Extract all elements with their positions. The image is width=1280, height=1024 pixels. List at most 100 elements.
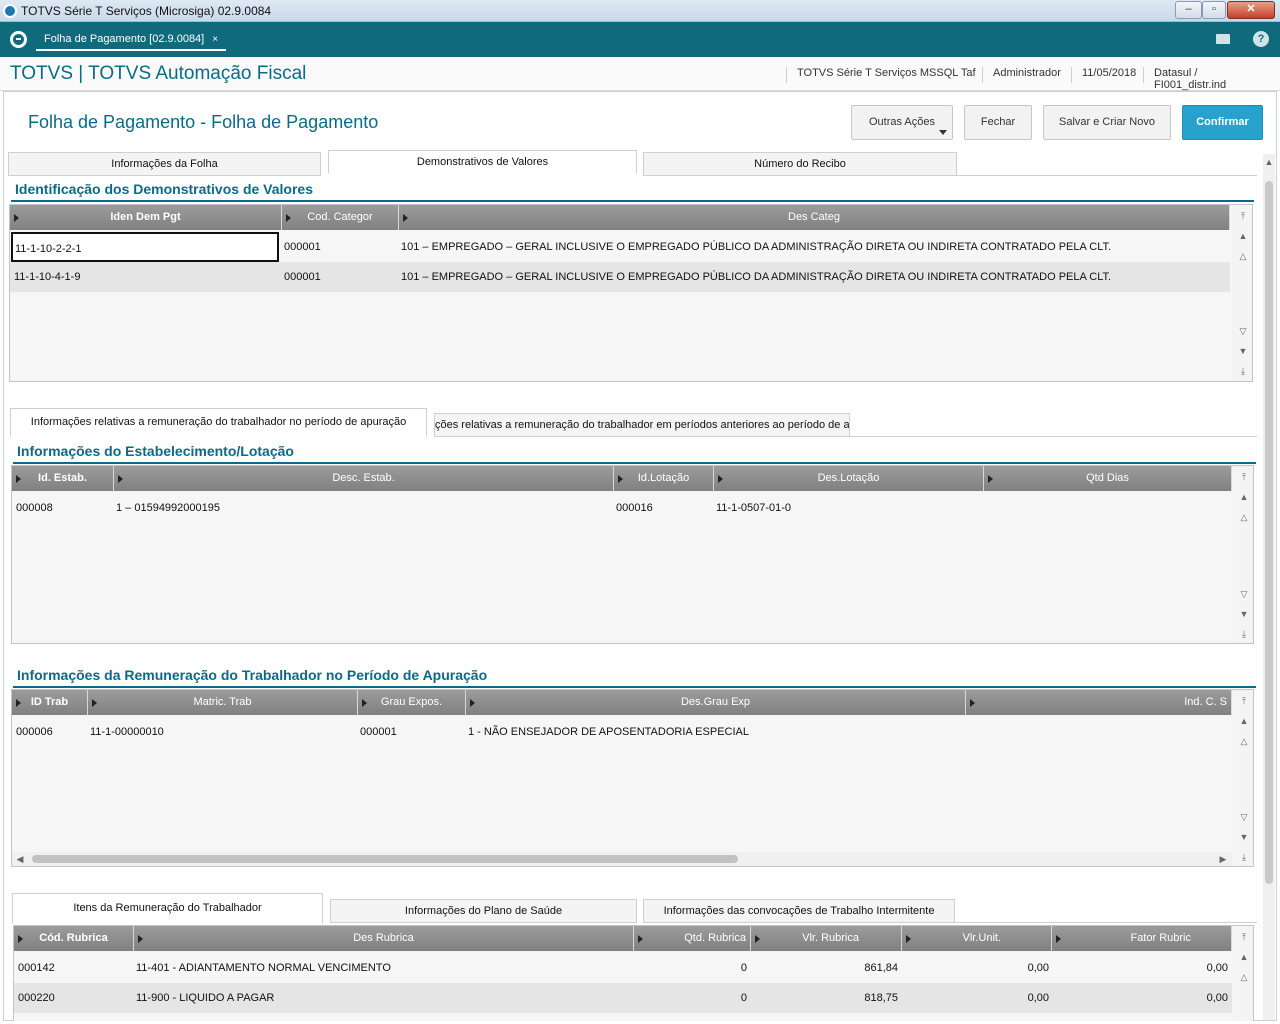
col-des-grau-exp[interactable]: Des.Grau Exp xyxy=(466,690,966,715)
table-row[interactable]: 000006 11-1-00000010 000001 1 - NÃO ENSE… xyxy=(12,717,1232,747)
cell-qtd-rubrica[interactable]: 0 xyxy=(636,983,747,1013)
scroll-down-icon[interactable]: ▽ xyxy=(1238,588,1250,600)
scroll-bottom-icon[interactable]: ⤓ xyxy=(1238,628,1250,640)
scroll-top-icon[interactable]: ⤒ xyxy=(1238,931,1250,943)
cell-id-estab[interactable]: 000008 xyxy=(16,493,112,523)
scroll-top-icon[interactable]: ⤒ xyxy=(1237,210,1249,222)
scroll-left-icon[interactable]: ◀ xyxy=(14,853,26,865)
cell-des-rubrica[interactable]: 11-401 - ADIANTAMENTO NORMAL VENCIMENTO xyxy=(136,953,632,983)
close-button[interactable]: Fechar xyxy=(964,105,1032,140)
cell-cod-categor[interactable]: 000001 xyxy=(284,262,394,292)
help-icon[interactable]: ? xyxy=(1253,31,1269,47)
cell-des-rubrica[interactable]: 11-900 - LIQUIDO A PAGAR xyxy=(136,983,632,1013)
demonstrativos-grid[interactable]: Iden Dem Pgt Cod. Categor Des Categ 11-1… xyxy=(9,204,1253,382)
scroll-down-icon[interactable]: ▽ xyxy=(1238,811,1250,823)
scroll-up-icon[interactable]: ▲ xyxy=(1263,156,1275,168)
table-row[interactable]: 000142 11-401 - ADIANTAMENTO NORMAL VENC… xyxy=(14,953,1232,983)
col-id-trab[interactable]: ID Trab xyxy=(12,690,88,715)
cell-fator-rubric[interactable]: 0,00 xyxy=(1054,953,1228,983)
tab-informacoes-folha[interactable]: Informações da Folha xyxy=(8,152,321,176)
col-vlr-unit[interactable]: Vlr.Unit. xyxy=(902,926,1052,951)
cell-des-categ[interactable]: 101 – EMPREGADO – GERAL INCLUSIVE O EMPR… xyxy=(401,232,1230,262)
tab-itens-remuneracao[interactable]: Itens da Remuneração do Trabalhador xyxy=(12,893,323,924)
scroll-up-icon[interactable]: △ xyxy=(1238,971,1250,983)
cell-vlr-unit[interactable]: 0,00 xyxy=(904,953,1049,983)
scroll-page-up-icon[interactable]: ▲ xyxy=(1238,951,1250,963)
cell-qtd-rubrica[interactable]: 0 xyxy=(636,953,747,983)
scroll-page-up-icon[interactable]: ▲ xyxy=(1238,715,1250,727)
restore-button[interactable]: ▫ xyxy=(1202,1,1226,19)
remuneracao-grid[interactable]: ID Trab Matric. Trab Grau Expos. Des.Gra… xyxy=(11,689,1254,867)
table-row[interactable]: 000220 11-900 - LIQUIDO A PAGAR 0 818,75… xyxy=(14,983,1232,1013)
tab-plano-saude[interactable]: Informações do Plano de Saúde xyxy=(330,899,637,923)
grid-vertical-scrollbar[interactable]: ⤒ ▲ △ ▽ ▼ ⤓ xyxy=(1233,466,1253,643)
cell-cod-rubrica[interactable]: 000142 xyxy=(18,953,132,983)
col-vlr-rubrica[interactable]: Vlr. Rubrica xyxy=(751,926,902,951)
col-des-lotacao[interactable]: Des.Lotação xyxy=(714,466,984,491)
col-des-categ[interactable]: Des Categ xyxy=(399,205,1230,230)
col-qtd-rubrica[interactable]: Qtd. Rubrica xyxy=(634,926,751,951)
totvs-logo-icon[interactable] xyxy=(10,31,27,48)
scroll-page-up-icon[interactable]: ▲ xyxy=(1237,230,1249,242)
estabelecimento-grid[interactable]: Id. Estab. Desc. Estab. Id.Lotação Des.L… xyxy=(11,465,1254,644)
col-id-lotacao[interactable]: Id.Lotação xyxy=(614,466,714,491)
grid-vertical-scrollbar[interactable]: ⤒ ▲ △ ▽ ▼ ⤓ xyxy=(1232,205,1252,381)
cell-qtd-dias[interactable] xyxy=(986,493,1230,523)
mail-icon[interactable] xyxy=(1216,34,1230,44)
scroll-top-icon[interactable]: ⤒ xyxy=(1238,471,1250,483)
col-qtd-dias[interactable]: Qtd Dias xyxy=(984,466,1232,491)
scroll-down-icon[interactable]: ▽ xyxy=(1237,325,1249,337)
scroll-bottom-icon[interactable]: ⤓ xyxy=(1238,851,1250,863)
scroll-page-up-icon[interactable]: ▲ xyxy=(1238,491,1250,503)
scroll-top-icon[interactable]: ⤒ xyxy=(1238,695,1250,707)
col-iden-dem-pgt[interactable]: Iden Dem Pgt xyxy=(10,205,282,230)
cell-id-trab[interactable]: 000006 xyxy=(16,717,86,747)
table-row[interactable]: 11-1-10-2-2-1 000001 101 – EMPREGADO – G… xyxy=(10,232,1230,262)
page-scroll-thumb[interactable] xyxy=(1265,181,1273,884)
col-cod-rubrica[interactable]: Cód. Rubrica xyxy=(14,926,134,951)
col-fator-rubric[interactable]: Fator Rubric xyxy=(1052,926,1232,951)
horizontal-scroll-thumb[interactable] xyxy=(32,855,738,863)
col-cod-categor[interactable]: Cod. Categor xyxy=(282,205,399,230)
scroll-up-icon[interactable]: △ xyxy=(1237,250,1249,262)
col-des-rubrica[interactable]: Des Rubrica xyxy=(134,926,634,951)
cell-vlr-unit[interactable]: 0,00 xyxy=(904,983,1049,1013)
col-id-estab[interactable]: Id. Estab. xyxy=(12,466,114,491)
tab-periodo-apuracao[interactable]: Informações relativas a remuneração do t… xyxy=(10,408,427,437)
col-ind-c-s[interactable]: Ind. C. S xyxy=(966,690,1232,715)
cell-fator-rubric[interactable]: 0,00 xyxy=(1054,983,1228,1013)
scroll-bottom-icon[interactable]: ⤓ xyxy=(1237,365,1249,377)
scroll-right-icon[interactable]: ▶ xyxy=(1217,853,1229,865)
col-matric-trab[interactable]: Matric. Trab xyxy=(88,690,358,715)
cell-vlr-rubrica[interactable]: 861,84 xyxy=(753,953,898,983)
cell-des-categ[interactable]: 101 – EMPREGADO – GERAL INCLUSIVE O EMPR… xyxy=(401,262,1230,292)
confirm-button[interactable]: Confirmar xyxy=(1182,105,1263,140)
table-row[interactable]: 11-1-10-4-1-9 000001 101 – EMPREGADO – G… xyxy=(10,262,1230,292)
cell-cod-categor[interactable]: 000001 xyxy=(284,232,394,262)
tab-close-icon[interactable]: × xyxy=(212,34,218,45)
tab-folha-pagamento[interactable]: Folha de Pagamento [02.9.0084] × xyxy=(36,28,227,51)
scroll-page-down-icon[interactable]: ▼ xyxy=(1237,345,1249,357)
scroll-page-down-icon[interactable]: ▼ xyxy=(1238,608,1250,620)
cell-cod-rubrica[interactable]: 000220 xyxy=(18,983,132,1013)
table-row[interactable]: 000008 1 – 01594992000195 000016 11-1-05… xyxy=(12,493,1232,523)
other-actions-button[interactable]: Outras Ações xyxy=(851,105,953,140)
tab-periodos-anteriores[interactable]: ções relativas a remuneração do trabalha… xyxy=(434,413,850,437)
tab-trabalho-intermitente[interactable]: Informações das convocações de Trabalho … xyxy=(643,899,955,923)
cell-iden-dem-pgt[interactable]: 11-1-10-4-1-9 xyxy=(14,262,279,292)
cell-ind-c-s[interactable] xyxy=(968,717,1230,747)
cell-des-grau-exp[interactable]: 1 - NÃO ENSEJADOR DE APOSENTADORIA ESPEC… xyxy=(468,717,964,747)
cell-grau-expos[interactable]: 000001 xyxy=(360,717,464,747)
tab-numero-recibo[interactable]: Número do Recibo xyxy=(643,152,957,176)
col-grau-expos[interactable]: Grau Expos. xyxy=(358,690,466,715)
cell-iden-dem-pgt[interactable]: 11-1-10-2-2-1 xyxy=(11,232,279,262)
close-window-button[interactable]: ✕ xyxy=(1227,1,1275,19)
scroll-up-icon[interactable]: △ xyxy=(1238,735,1250,747)
grid-vertical-scrollbar[interactable]: ⤒ ▲ △ xyxy=(1233,926,1253,1021)
cell-vlr-rubrica[interactable]: 818,75 xyxy=(753,983,898,1013)
rubricas-grid[interactable]: Cód. Rubrica Des Rubrica Qtd. Rubrica Vl… xyxy=(13,925,1254,1021)
scroll-up-icon[interactable]: △ xyxy=(1238,511,1250,523)
col-desc-estab[interactable]: Desc. Estab. xyxy=(114,466,614,491)
grid-vertical-scrollbar[interactable]: ⤒ ▲ △ ▽ ▼ ⤓ xyxy=(1233,690,1253,866)
tab-demonstrativos-valores[interactable]: Demonstrativos de Valores xyxy=(328,150,637,174)
